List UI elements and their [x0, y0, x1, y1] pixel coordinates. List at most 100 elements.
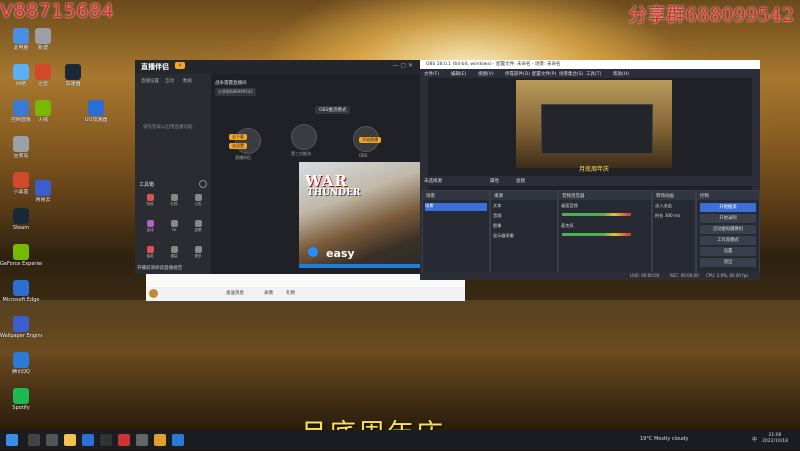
desktop-icon[interactable]: 回收站	[0, 136, 42, 159]
tool-item[interactable]: 抽奖	[141, 246, 159, 259]
obs-transitions-title: 转场动画	[656, 194, 674, 199]
desktop-app-icon	[13, 280, 29, 296]
desktop-icon[interactable]: 火绒	[22, 100, 64, 123]
chat-emoji[interactable]: 表情	[264, 290, 273, 296]
desktop-icon[interactable]: UU加速器	[75, 100, 117, 123]
tool-label: 公告	[194, 202, 202, 206]
desktop-app-icon	[35, 64, 51, 80]
tool-item[interactable]: 特效	[141, 194, 159, 207]
tool-icon	[170, 194, 178, 201]
source-item[interactable]: 显示器采集	[493, 233, 555, 241]
obs-taskbar-icon[interactable]	[100, 434, 112, 446]
obs-scenes-title: 场景	[426, 194, 435, 199]
live-titlebar[interactable]: 直播伴侣 β — ▢ ✕	[135, 60, 421, 74]
obs-menu-item[interactable]: 帮助(H)	[613, 71, 629, 77]
taskview-icon[interactable]	[46, 434, 58, 446]
desktop-icon-label: 新建	[37, 45, 48, 51]
live-taskbar-icon[interactable]	[154, 434, 166, 446]
desktop-icon[interactable]: 腾讯QQ	[0, 352, 42, 375]
desktop-icon[interactable]: GeForce Experience	[0, 244, 42, 267]
obs-menubar: 文件(F) 编辑(E) 视图(V) 停靠部件(D) 配置文件(P) 场景集合(S) 工具(T…	[420, 69, 760, 78]
steam-taskbar-icon[interactable]	[136, 434, 148, 446]
app-taskbar-icon[interactable]	[118, 434, 130, 446]
chat-send[interactable]: 发送消息	[226, 290, 244, 296]
desktop-icon[interactable]: Spotify	[0, 388, 42, 411]
source-item[interactable]: 图像	[493, 223, 555, 231]
tool-icon	[194, 246, 202, 253]
obs-control-button[interactable]: 开始录制	[700, 214, 756, 223]
chat-gift[interactable]: 礼物	[286, 290, 295, 296]
tool-item[interactable]: 礼物	[165, 194, 183, 207]
desktop-app-icon	[35, 180, 51, 196]
desktop-icon-label: Spotify	[12, 405, 30, 411]
desktop-icon[interactable]: Steam	[0, 208, 42, 231]
clock[interactable]: 21:06 2022/10/18	[762, 433, 788, 445]
tab-interaction[interactable]: 互动	[165, 78, 174, 84]
obs-sources-dock: 来源 文本 音频 图像 显示器采集	[490, 190, 558, 274]
obs-control-button[interactable]: 工作室模式	[700, 236, 756, 245]
desktop-icon-label: UU加速器	[84, 117, 108, 123]
weather-tray[interactable]: 19°C Mostly cloudy	[640, 436, 688, 442]
mixer-meter-mic[interactable]	[562, 233, 631, 236]
obs-control-button[interactable]: 开始推流	[700, 203, 756, 212]
tool-item[interactable]: 公告	[189, 194, 207, 207]
obs-menu-item[interactable]: 工具(T)	[586, 71, 601, 77]
chat-toolbar[interactable]: 发送消息 表情 礼物	[146, 287, 465, 301]
edge-icon[interactable]	[82, 434, 94, 446]
tab-data[interactable]: 数据	[183, 78, 192, 84]
obs-menu-item[interactable]: 文件(F)	[424, 71, 439, 77]
qq-taskbar-icon[interactable]	[172, 434, 184, 446]
obs-filters-tab[interactable]: 滤镜	[516, 178, 525, 184]
desktop-app-icon	[13, 244, 29, 260]
obs-control-button[interactable]: 设置	[700, 247, 756, 256]
desktop-icon[interactable]: 加速器	[52, 64, 94, 87]
desktop-icon[interactable]: 新建	[22, 28, 64, 51]
desktop-icon[interactable]: Wallpaper Engine	[0, 316, 42, 339]
start-live-button[interactable]: 开始直播	[359, 137, 381, 143]
tool-item[interactable]: 投票	[189, 220, 207, 233]
clock-date: 2022/10/18	[762, 439, 788, 444]
obs-menu-item[interactable]: 场景集合(S)	[559, 71, 583, 77]
start-icon[interactable]	[6, 434, 18, 446]
tool-label: 连线	[146, 228, 154, 232]
transition-duration[interactable]: 时长 300 ms	[655, 213, 693, 221]
tab-live-settings[interactable]: 直播设置	[141, 78, 159, 84]
desktop-icon-label: 腾讯QQ	[12, 369, 30, 375]
toolbox-help-icon[interactable]	[199, 180, 207, 188]
room-chip: 分享群688099542	[215, 88, 256, 96]
window-controls-icon[interactable]: — ▢ ✕	[392, 62, 413, 69]
source-item[interactable]: 音频	[493, 213, 555, 221]
flow-node-2	[291, 124, 317, 150]
scene-item[interactable]: 场景	[425, 203, 487, 211]
obs-control-button[interactable]: 启动虚拟摄像机	[700, 225, 756, 234]
obs-rec-time: REC: 00:00:00	[670, 273, 699, 278]
obs-menu-item[interactable]: 配置文件(P)	[532, 71, 556, 77]
obs-window[interactable]: OBS 28.0.1 (64-bit, windows) - 配置文件: 未命名…	[420, 60, 760, 280]
source-item[interactable]: 文本	[493, 203, 555, 211]
obs-titlebar[interactable]: OBS 28.0.1 (64-bit, windows) - 配置文件: 未命名…	[420, 60, 760, 69]
transition-type[interactable]: 淡入淡出	[655, 203, 693, 211]
avatar[interactable]	[149, 289, 158, 298]
desktop-icon[interactable]: 网易云	[22, 180, 64, 203]
tool-icon	[146, 194, 154, 201]
explorer-icon[interactable]	[64, 434, 76, 446]
tool-item[interactable]: 连线	[141, 220, 159, 233]
tool-item[interactable]: 福袋	[165, 246, 183, 259]
desktop-icon[interactable]: Microsoft Edge	[0, 280, 42, 303]
download-button[interactable]: 去下载	[229, 134, 247, 140]
obs-control-button[interactable]: 退出	[700, 258, 756, 267]
obs-menu-item[interactable]: 视图(V)	[478, 71, 494, 77]
tool-icon	[170, 246, 178, 253]
search-icon[interactable]	[28, 434, 40, 446]
tool-item[interactable]: 更多	[189, 246, 207, 259]
obs-menu-item[interactable]: 停靠部件(D)	[505, 71, 530, 77]
mixer-meter-desktop[interactable]	[562, 213, 631, 216]
tool-icon	[170, 220, 178, 227]
obs-props-tab[interactable]: 属性	[490, 178, 499, 184]
language-indicator[interactable]: 中	[752, 436, 757, 443]
settings-button[interactable]: 去设置	[229, 143, 247, 149]
obs-menu-item[interactable]: 编辑(E)	[451, 71, 466, 77]
tool-item[interactable]: PK	[165, 220, 183, 232]
chat-input-strip[interactable]	[146, 274, 465, 287]
live-assistant-window[interactable]: 直播伴侣 β — ▢ ✕ 直播设置 互动 数据 请先登录以启用直播功能 工具箱 …	[135, 60, 421, 274]
